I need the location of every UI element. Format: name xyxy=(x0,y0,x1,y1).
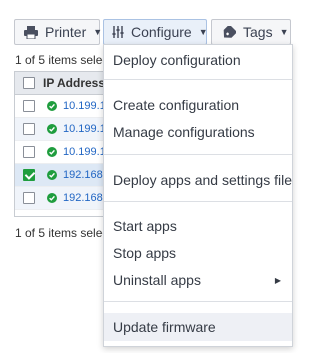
row-checkbox[interactable] xyxy=(23,192,35,204)
row-checkbox[interactable] xyxy=(23,146,35,158)
grid-header: IP Address xyxy=(15,72,113,95)
configure-dropdown-menu: Deploy configuration Create configuratio… xyxy=(103,44,293,347)
tags-button[interactable]: Tags ▼ xyxy=(211,19,291,45)
menu-divider xyxy=(104,154,292,155)
check-circle-icon xyxy=(47,193,57,203)
configure-button-label: Configure xyxy=(131,24,192,40)
menu-item-uninstall-apps[interactable]: Uninstall apps ▶ xyxy=(104,267,292,293)
ip-address-column-header[interactable]: IP Address xyxy=(43,76,105,90)
check-circle-icon xyxy=(47,101,57,111)
chevron-right-icon: ▶ xyxy=(274,275,281,285)
row-checkbox[interactable] xyxy=(23,123,35,135)
check-circle-icon xyxy=(47,147,57,157)
sliders-icon xyxy=(112,26,124,38)
chevron-down-icon: ▼ xyxy=(279,27,289,37)
device-grid: IP Address 10.199.10 10.199.10 10.199.11… xyxy=(14,71,114,217)
menu-divider xyxy=(104,79,292,80)
check-circle-icon xyxy=(47,124,57,134)
check-circle-icon xyxy=(47,170,57,180)
menu-item-uninstall-apps-label: Uninstall apps xyxy=(113,272,201,288)
table-row[interactable]: 10.199.110 xyxy=(15,141,113,164)
menu-item-stop-apps[interactable]: Stop apps xyxy=(104,240,292,266)
printer-button-label: Printer xyxy=(45,24,87,40)
select-all-checkbox[interactable] xyxy=(23,77,35,89)
menu-item-start-apps[interactable]: Start apps xyxy=(104,213,292,239)
printer-icon xyxy=(24,25,38,39)
menu-item-deploy-apps-settings[interactable]: Deploy apps and settings file xyxy=(104,167,292,193)
menu-item-manage-configurations[interactable]: Manage configurations xyxy=(104,119,292,145)
table-row[interactable]: 192.168.8 xyxy=(15,164,113,187)
tags-button-label: Tags xyxy=(243,24,273,40)
configure-button[interactable]: Configure ▼ xyxy=(103,19,208,45)
row-checkbox[interactable] xyxy=(23,169,35,181)
menu-item-deploy-configuration[interactable]: Deploy configuration xyxy=(104,47,292,73)
tag-icon xyxy=(223,25,236,38)
row-checkbox[interactable] xyxy=(23,100,35,112)
table-row[interactable]: 10.199.10 xyxy=(15,95,113,118)
printer-button[interactable]: Printer ▼ xyxy=(14,19,103,45)
menu-divider xyxy=(104,201,292,202)
chevron-down-icon: ▼ xyxy=(198,27,208,37)
table-row[interactable]: 192.168.8 xyxy=(15,187,113,210)
menu-item-create-configuration[interactable]: Create configuration xyxy=(104,92,292,118)
menu-divider xyxy=(104,301,292,302)
chevron-down-icon: ▼ xyxy=(93,27,103,37)
menu-item-update-firmware[interactable]: Update firmware xyxy=(104,313,292,341)
table-row[interactable]: 10.199.10 xyxy=(15,118,113,141)
